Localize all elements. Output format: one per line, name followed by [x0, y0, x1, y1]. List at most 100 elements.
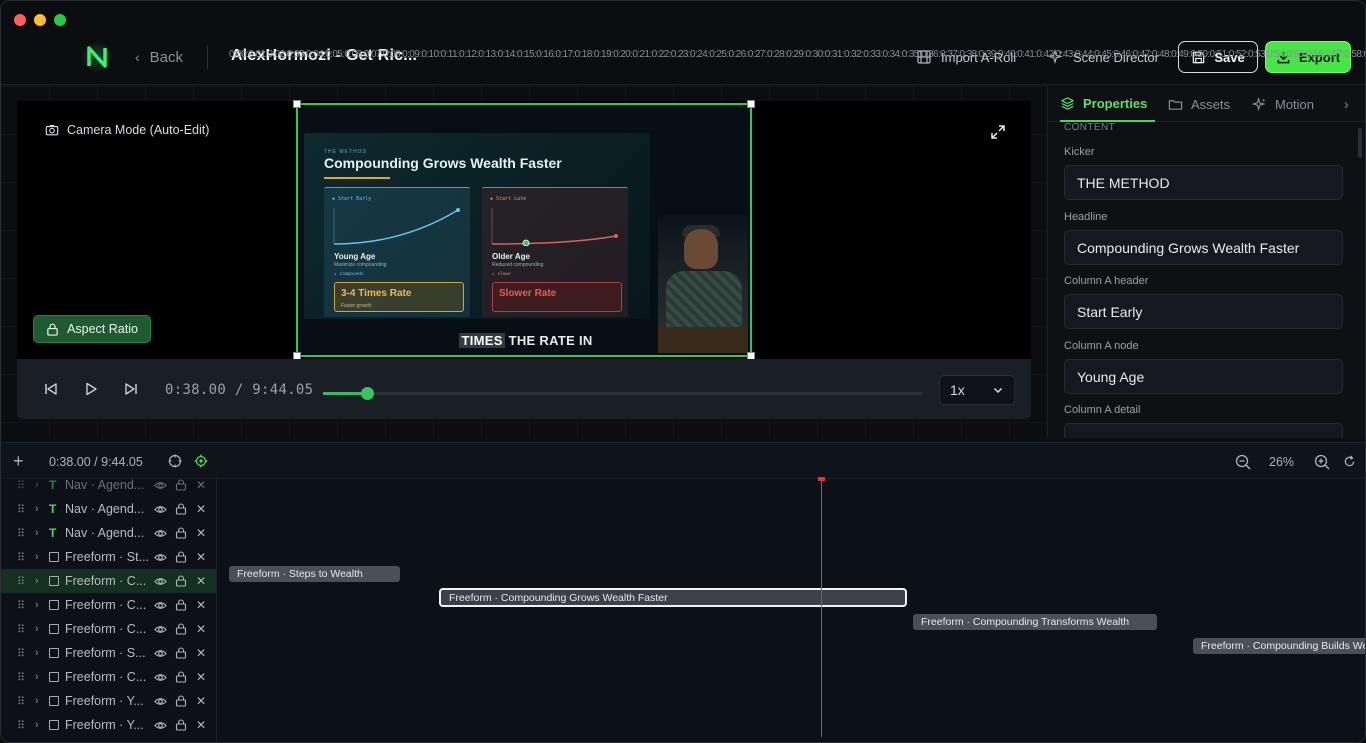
remove-track-icon[interactable]: ✕: [196, 550, 206, 564]
crosshair-icon[interactable]: [168, 454, 182, 468]
track-row[interactable]: ⠿ › Freeform · S... ✕: [1, 641, 216, 665]
aspect-ratio-button[interactable]: Aspect Ratio: [33, 315, 151, 343]
track-row[interactable]: ⠿ › Freeform · C... ✕: [1, 617, 216, 641]
back-button[interactable]: ‹ Back: [135, 48, 183, 66]
playback-speed-select[interactable]: 1x: [939, 375, 1015, 405]
remove-track-icon[interactable]: ✕: [196, 694, 206, 708]
remove-track-icon[interactable]: ✕: [196, 718, 206, 732]
eye-icon[interactable]: [154, 575, 167, 588]
track-row[interactable]: ⠿ › Freeform · C... ✕: [1, 593, 216, 617]
resize-handle-tr[interactable]: [747, 100, 755, 108]
chevron-right-icon[interactable]: ›: [35, 623, 39, 635]
eye-icon[interactable]: [154, 695, 167, 708]
drag-handle-icon[interactable]: ⠿: [17, 551, 25, 564]
zoom-in-icon[interactable]: [1314, 454, 1330, 470]
kicker-input[interactable]: THE METHOD: [1064, 165, 1343, 200]
remove-track-icon[interactable]: ✕: [196, 526, 206, 540]
resize-handle-tl[interactable]: [293, 100, 301, 108]
minimize-window-button[interactable]: [34, 14, 46, 26]
chevron-right-icon[interactable]: ›: [1344, 96, 1349, 112]
remove-track-icon[interactable]: ✕: [196, 646, 206, 660]
chevron-right-icon[interactable]: ›: [35, 671, 39, 683]
track-row[interactable]: ⠿ › Freeform · C... ✕: [1, 665, 216, 689]
chevron-right-icon[interactable]: ›: [35, 647, 39, 659]
remove-track-icon[interactable]: ✕: [196, 574, 206, 588]
lock-icon[interactable]: [175, 479, 187, 491]
remove-track-icon[interactable]: ✕: [196, 622, 206, 636]
remove-track-icon[interactable]: ✕: [196, 502, 206, 516]
headline-input[interactable]: Compounding Grows Wealth Faster: [1064, 230, 1343, 265]
lock-icon[interactable]: [175, 647, 187, 659]
skip-forward-icon[interactable]: [123, 381, 139, 397]
column-a-node-input[interactable]: Young Age: [1064, 359, 1343, 394]
scrub-handle[interactable]: [360, 387, 374, 400]
drag-handle-icon[interactable]: ⠿: [17, 719, 25, 732]
lock-icon[interactable]: [175, 671, 187, 683]
chevron-right-icon[interactable]: ›: [35, 479, 39, 491]
track-row[interactable]: ⠿ › T Nav · Agend... ✕: [1, 479, 216, 497]
eye-icon[interactable]: [154, 479, 167, 492]
tab-assets[interactable]: Assets: [1168, 86, 1230, 122]
lock-icon[interactable]: [175, 551, 187, 563]
chevron-right-icon[interactable]: ›: [35, 527, 39, 539]
lock-icon[interactable]: [175, 575, 187, 587]
tab-properties[interactable]: Properties: [1060, 86, 1156, 122]
chevron-right-icon[interactable]: ›: [35, 575, 39, 587]
chevron-right-icon[interactable]: ›: [35, 551, 39, 563]
tab-motion[interactable]: Motion: [1252, 86, 1314, 122]
track-row[interactable]: ⠿ › T Nav · Agend... ✕: [1, 497, 216, 521]
video-canvas[interactable]: THE METHOD Compounding Grows Wealth Fast…: [296, 103, 752, 357]
track-row[interactable]: ⠿ › T Nav · Agend... ✕: [1, 521, 216, 545]
lock-icon[interactable]: [175, 503, 187, 515]
drag-handle-icon[interactable]: ⠿: [17, 695, 25, 708]
drag-handle-icon[interactable]: ⠿: [17, 671, 25, 684]
lock-icon[interactable]: [175, 527, 187, 539]
clip-compounding-transforms-wealth[interactable]: Freeform · Compounding Transforms Wealth: [913, 614, 1157, 630]
eye-icon[interactable]: [154, 647, 167, 660]
remove-track-icon[interactable]: ✕: [196, 479, 206, 492]
column-a-header-input[interactable]: Start Early: [1064, 294, 1343, 329]
track-row[interactable]: ⠿ › Freeform · C... ✕: [1, 569, 216, 593]
eye-icon[interactable]: [154, 719, 167, 732]
eye-icon[interactable]: [154, 599, 167, 612]
drag-handle-icon[interactable]: ⠿: [17, 503, 25, 516]
lock-icon[interactable]: [175, 623, 187, 635]
drag-handle-icon[interactable]: ⠿: [17, 479, 25, 492]
eye-icon[interactable]: [154, 671, 167, 684]
clip-compounding-grows-wealth[interactable]: Freeform · Compounding Grows Wealth Fast…: [439, 588, 907, 607]
chevron-right-icon[interactable]: ›: [35, 599, 39, 611]
chevron-right-icon[interactable]: ›: [35, 719, 39, 731]
scrub-bar[interactable]: [323, 387, 923, 400]
track-row[interactable]: ⠿ › Freeform · St... ✕: [1, 545, 216, 569]
panel-scrollbar[interactable]: [1358, 128, 1362, 158]
add-track-icon[interactable]: +: [13, 452, 24, 470]
play-icon[interactable]: [83, 381, 99, 397]
drag-handle-icon[interactable]: ⠿: [17, 527, 25, 540]
zoom-out-icon[interactable]: [1235, 454, 1251, 470]
skip-back-icon[interactable]: [43, 381, 59, 397]
maximize-window-button[interactable]: [54, 14, 66, 26]
timeline-ruler[interactable]: 0:00:0:01:0:02:0:03:0:04:0:05:0:06:0:07:…: [229, 49, 1365, 69]
eye-icon[interactable]: [154, 503, 167, 516]
camera-mode-toggle[interactable]: Camera Mode (Auto-Edit): [45, 123, 209, 137]
remove-track-icon[interactable]: ✕: [196, 598, 206, 612]
close-window-button[interactable]: [14, 14, 26, 26]
eye-icon[interactable]: [154, 527, 167, 540]
clip-compounding-builds-wealth[interactable]: Freeform · Compounding Builds Wealth: [1193, 638, 1365, 654]
track-row[interactable]: ⠿ › Freeform · Y... ✕: [1, 689, 216, 713]
column-a-detail-input[interactable]: [1064, 423, 1343, 438]
playhead[interactable]: [821, 477, 822, 737]
chevron-right-icon[interactable]: ›: [35, 695, 39, 707]
drag-handle-icon[interactable]: ⠿: [17, 647, 25, 660]
eye-icon[interactable]: [154, 623, 167, 636]
clip-steps-to-wealth[interactable]: Freeform · Steps to Wealth: [229, 566, 400, 582]
fullscreen-icon[interactable]: [990, 124, 1006, 140]
chevron-right-icon[interactable]: ›: [35, 503, 39, 515]
target-icon[interactable]: [194, 454, 208, 468]
drag-handle-icon[interactable]: ⠿: [17, 575, 25, 588]
drag-handle-icon[interactable]: ⠿: [17, 623, 25, 636]
eye-icon[interactable]: [154, 551, 167, 564]
drag-handle-icon[interactable]: ⠿: [17, 599, 25, 612]
lock-icon[interactable]: [175, 599, 187, 611]
track-row[interactable]: ⠿ › Freeform · Y... ✕: [1, 713, 216, 737]
